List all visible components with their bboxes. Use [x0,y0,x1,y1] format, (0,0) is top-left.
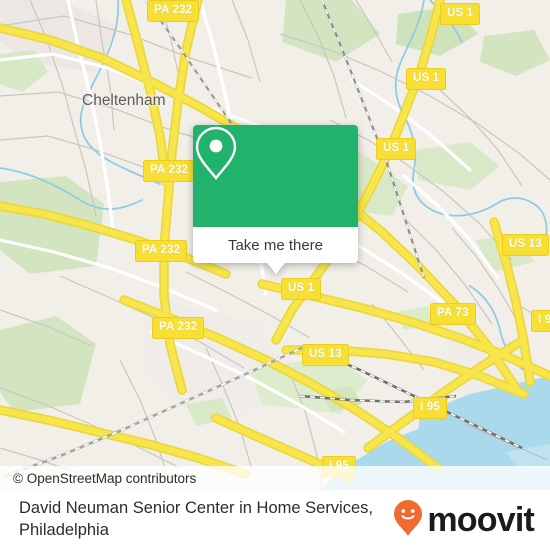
place-label-cheltenham: Cheltenham [82,92,166,109]
moovit-smiley-pin-icon [393,499,423,542]
moovit-wordmark: moovit [427,501,534,539]
road-shield[interactable]: PA 232 [135,240,188,262]
road-shield[interactable]: PA 232 [143,160,196,182]
page-title: David Neuman Senior Center in Home Servi… [19,499,373,539]
road-shield[interactable]: PA 232 [147,0,200,22]
road-shield[interactable]: US 1 [406,68,447,90]
popup-pointer-tail [267,263,285,274]
take-me-there-button[interactable]: Take me there [193,227,358,263]
road-shield[interactable]: I 95 [413,397,447,419]
road-shield[interactable]: PA 73 [430,303,476,325]
attribution-text: © OpenStreetMap contributors [13,470,197,486]
road-shield[interactable]: US 13 [302,344,349,366]
map-attribution: © OpenStreetMap contributors [0,466,550,490]
road-shield[interactable]: PA 232 [152,317,205,339]
road-shield[interactable]: US 1 [440,3,481,25]
popup-icon-area [193,125,358,227]
road-shield[interactable]: US 13 [502,234,549,256]
road-shield[interactable]: I 95 [531,310,550,332]
moovit-logo[interactable]: moovit [393,499,535,542]
road-shield[interactable]: US 1 [281,278,322,300]
location-popup-card[interactable]: Take me there [193,125,358,274]
map-canvas[interactable]: Cheltenham PA 232 US 1 US 1 US 1 PA 232 … [0,0,550,490]
road-shield[interactable]: US 1 [376,138,417,160]
map-screenshot-page: Cheltenham PA 232 US 1 US 1 US 1 PA 232 … [0,0,550,550]
footer-bar: David Neuman Senior Center in Home Servi… [0,490,550,550]
